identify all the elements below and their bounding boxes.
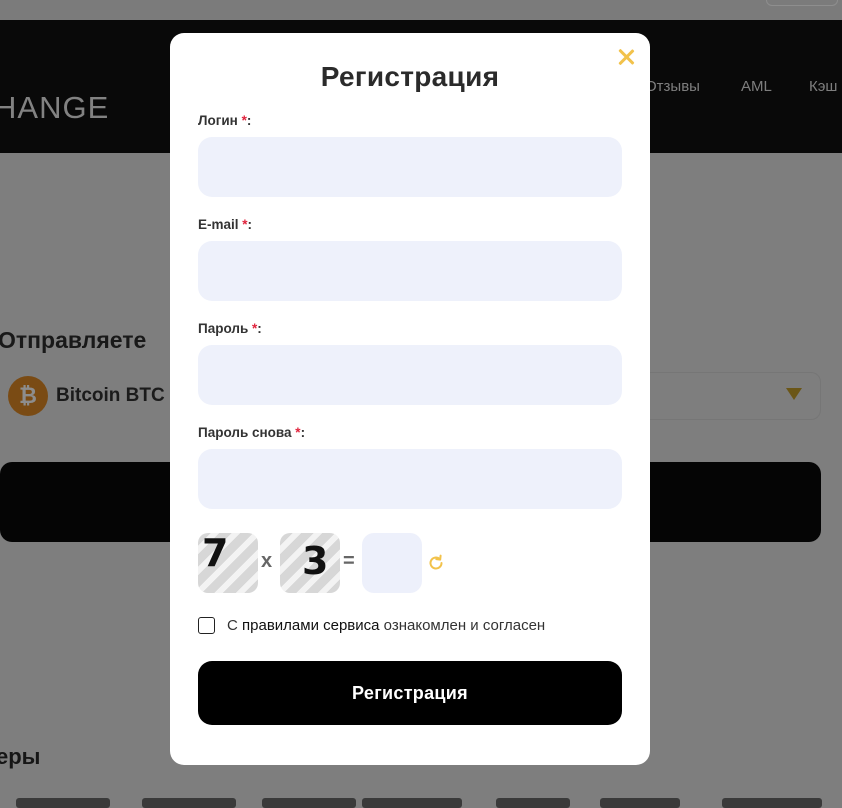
captcha-answer-input[interactable] (362, 533, 422, 593)
bitcoin-symbol: ₿ (19, 383, 37, 408)
login-label: Логин *: (198, 113, 251, 128)
password-repeat-label-text: Пароль снова (198, 425, 292, 440)
rules-link[interactable]: правилами сервиса (242, 617, 379, 634)
label-colon: : (300, 425, 306, 440)
partner-logo (496, 798, 570, 808)
label-colon: : (247, 217, 253, 232)
agree-text-after: ознакомлен и согласен (383, 617, 546, 634)
login-input[interactable] (198, 137, 622, 197)
nav-item-aml: AML (741, 78, 772, 95)
password-repeat-input[interactable] (198, 449, 622, 509)
currency-name: Bitcoin BTC (56, 385, 165, 406)
top-strip-button (766, 0, 838, 6)
modal-title: Регистрация (320, 61, 500, 92)
partner-logos (0, 796, 842, 808)
partner-logo (722, 798, 822, 808)
register-button[interactable]: Регистрация (198, 661, 622, 725)
site-logo: HANGE (0, 90, 110, 125)
password-label-text: Пароль (198, 321, 249, 336)
email-label: E-mail *: (198, 217, 252, 232)
captcha-equals: = (343, 550, 355, 572)
partner-logo (362, 798, 462, 808)
partner-logo (262, 798, 356, 808)
chevron-down-icon (786, 388, 802, 400)
captcha-image-2: 3 (280, 533, 340, 593)
registration-modal: Регистрация Логин *: E-mail *: Пароль *:… (170, 33, 650, 765)
top-strip (0, 0, 842, 20)
label-colon: : (257, 321, 262, 336)
partner-logo (600, 798, 680, 808)
agree-text: С правилами сервиса ознакомлен и согласе… (227, 617, 545, 634)
partner-logo (16, 798, 110, 808)
captcha-operator: x (261, 550, 273, 572)
captcha-digit-2: 3 (302, 539, 329, 583)
password-input[interactable] (198, 345, 622, 405)
captcha-image-1: 7 (198, 533, 258, 593)
password-label: Пароль *: (198, 321, 262, 336)
partner-logo (142, 798, 236, 808)
nav-item-cashback: Кэш (809, 78, 838, 95)
agree-checkbox[interactable] (198, 617, 215, 634)
email-input[interactable] (198, 241, 622, 301)
nav-item-reviews: Отзывы (645, 78, 700, 95)
send-label: Отправляете (0, 327, 147, 353)
label-colon: : (246, 113, 252, 128)
password-repeat-label: Пароль снова *: (198, 425, 305, 440)
login-label-text: Логин (198, 113, 238, 128)
email-label-text: E-mail (198, 217, 239, 232)
agree-text-before: С (227, 617, 238, 634)
captcha-digit-1: 7 (202, 533, 229, 575)
refresh-icon[interactable] (426, 553, 446, 573)
partners-heading: еры (0, 744, 41, 769)
bitcoin-icon: ₿ (8, 376, 48, 416)
